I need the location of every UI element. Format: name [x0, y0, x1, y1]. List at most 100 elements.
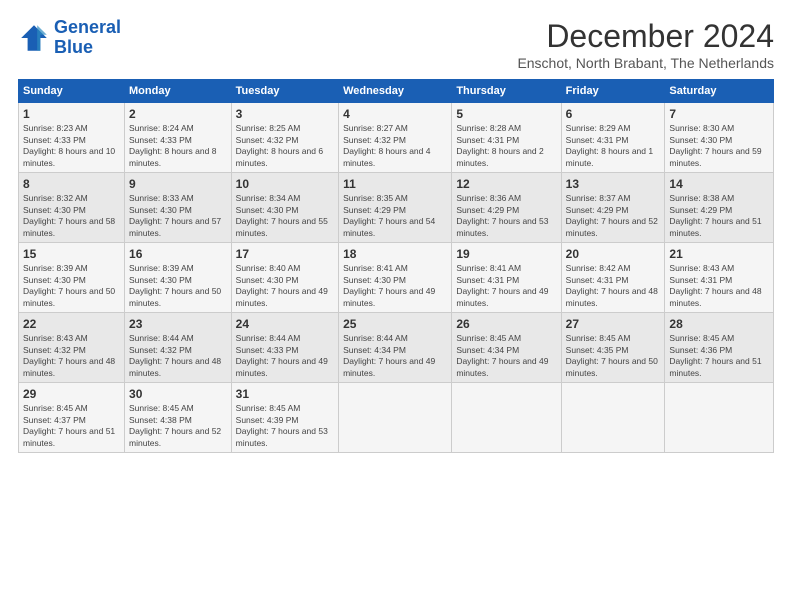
- calendar-cell: [561, 383, 665, 453]
- sunset: Sunset: 4:32 PM: [23, 345, 86, 355]
- sunset: Sunset: 4:37 PM: [23, 415, 86, 425]
- sunrise: Sunrise: 8:24 AM: [129, 123, 194, 133]
- sunrise: Sunrise: 8:34 AM: [236, 193, 301, 203]
- calendar-cell: 27Sunrise: 8:45 AMSunset: 4:35 PMDayligh…: [561, 313, 665, 383]
- daylight: Daylight: 7 hours and 50 minutes.: [23, 286, 115, 307]
- day-number: 9: [129, 176, 227, 192]
- day-number: 10: [236, 176, 334, 192]
- calendar-cell: 22Sunrise: 8:43 AMSunset: 4:32 PMDayligh…: [19, 313, 125, 383]
- daylight: Daylight: 8 hours and 2 minutes.: [456, 146, 543, 167]
- daylight: Daylight: 7 hours and 51 minutes.: [23, 426, 115, 447]
- calendar-cell: 20Sunrise: 8:42 AM Sunset: 4:31 PMDayligh…: [561, 243, 665, 313]
- calendar-cell: 8Sunrise: 8:32 AMSunset: 4:30 PMDaylight…: [19, 173, 125, 243]
- calendar-cell: 25Sunrise: 8:44 AM Sunset: 4:34 PMDayligh…: [339, 313, 452, 383]
- daylight: Daylight: 7 hours and 57 minutes.: [129, 216, 221, 237]
- daylight: Daylight: 8 hours and 4 minutes.: [343, 146, 430, 167]
- sunset: Sunset: 4:39 PM: [236, 415, 299, 425]
- day-number: 23: [129, 316, 227, 332]
- calendar-cell: 30Sunrise: 8:45 AMSunset: 4:38 PMDayligh…: [125, 383, 232, 453]
- sunrise: Sunrise: 8:29 AM: [566, 123, 631, 133]
- daylight: Daylight: 7 hours and 59 minutes.: [669, 146, 761, 167]
- col-wednesday: Wednesday: [339, 80, 452, 103]
- day-number: 17: [236, 246, 334, 262]
- day-number: 18: [343, 246, 447, 262]
- sunrise: Sunrise: 8:39 AM: [129, 263, 194, 273]
- daylight: Daylight: 7 hours and 48 minutes.: [129, 356, 221, 377]
- day-number: 29: [23, 386, 120, 402]
- sunset: Sunset: 4:33 PM: [129, 135, 192, 145]
- header: General Blue December 2024 Enschot, Nort…: [18, 18, 774, 71]
- calendar-cell: 10Sunrise: 8:34 AMSunset: 4:30 PMDayligh…: [231, 173, 338, 243]
- sunrise: Sunrise: 8:28 AM: [456, 123, 521, 133]
- sunrise: Sunrise: 8:32 AM: [23, 193, 88, 203]
- daylight: Daylight: 7 hours and 49 minutes.: [456, 286, 548, 307]
- sunset: Sunset: 4:32 PM: [129, 345, 192, 355]
- sunrise: Sunrise: 8:42 AM: [566, 263, 631, 273]
- sunrise: Sunrise: 8:30 AM: [669, 123, 734, 133]
- col-saturday: Saturday: [665, 80, 774, 103]
- sunrise: Sunrise: 8:45 AM: [23, 403, 88, 413]
- calendar-cell: 6Sunrise: 8:29 AMSunset: 4:31 PMDaylight…: [561, 103, 665, 173]
- col-friday: Friday: [561, 80, 665, 103]
- calendar-cell: 11Sunrise: 8:35 AMSunset: 4:29 PMDayligh…: [339, 173, 452, 243]
- calendar-cell: 15Sunrise: 8:39 AMSunset: 4:30 PMDayligh…: [19, 243, 125, 313]
- sunset: Sunset: 4:32 PM: [236, 135, 299, 145]
- day-number: 2: [129, 106, 227, 122]
- sunset: Sunset: 4:30 PM: [236, 275, 299, 285]
- calendar-cell: 1Sunrise: 8:23 AMSunset: 4:33 PMDaylight…: [19, 103, 125, 173]
- day-number: 25: [343, 316, 447, 332]
- day-number: 27: [566, 316, 661, 332]
- col-sunday: Sunday: [19, 80, 125, 103]
- day-number: 20: [566, 246, 661, 262]
- daylight: Daylight: 7 hours and 55 minutes.: [236, 216, 328, 237]
- daylight: Daylight: 7 hours and 48 minutes.: [669, 286, 761, 307]
- sunset: Sunset: 4:34 PM: [343, 345, 406, 355]
- day-number: 15: [23, 246, 120, 262]
- calendar-cell: [452, 383, 561, 453]
- calendar-cell: 29Sunrise: 8:45 AM Sunset: 4:37 PMDayligh…: [19, 383, 125, 453]
- sunset: Sunset: 4:32 PM: [343, 135, 406, 145]
- calendar-week-4: 22Sunrise: 8:43 AMSunset: 4:32 PMDayligh…: [19, 313, 774, 383]
- daylight: Daylight: 8 hours and 6 minutes.: [236, 146, 323, 167]
- sunset: Sunset: 4:33 PM: [236, 345, 299, 355]
- daylight: Daylight: 7 hours and 49 minutes.: [343, 286, 435, 307]
- daylight: Daylight: 7 hours and 49 minutes.: [343, 356, 435, 377]
- day-number: 13: [566, 176, 661, 192]
- calendar-cell: 28Sunrise: 8:45 AMSunset: 4:36 PMDayligh…: [665, 313, 774, 383]
- sunrise: Sunrise: 8:41 AM: [343, 263, 408, 273]
- daylight: Daylight: 7 hours and 49 minutes.: [456, 356, 548, 377]
- calendar-cell: 18Sunrise: 8:41 AMSunset: 4:30 PMDayligh…: [339, 243, 452, 313]
- main-title: December 2024: [517, 18, 774, 55]
- sunset: Sunset: 4:31 PM: [566, 275, 629, 285]
- calendar-table: Sunday Monday Tuesday Wednesday Thursday…: [18, 79, 774, 453]
- sunrise: Sunrise: 8:39 AM: [23, 263, 88, 273]
- calendar-week-2: 8Sunrise: 8:32 AMSunset: 4:30 PMDaylight…: [19, 173, 774, 243]
- day-number: 14: [669, 176, 769, 192]
- calendar-cell: 14Sunrise: 8:38 AMSunset: 4:29 PMDayligh…: [665, 173, 774, 243]
- calendar-cell: [665, 383, 774, 453]
- sunrise: Sunrise: 8:27 AM: [343, 123, 408, 133]
- daylight: Daylight: 7 hours and 48 minutes.: [23, 356, 115, 377]
- calendar-cell: 24Sunrise: 8:44 AMSunset: 4:33 PMDayligh…: [231, 313, 338, 383]
- sunrise: Sunrise: 8:35 AM: [343, 193, 408, 203]
- calendar-cell: 3Sunrise: 8:25 AMSunset: 4:32 PMDaylight…: [231, 103, 338, 173]
- calendar-cell: 23Sunrise: 8:44 AMSunset: 4:32 PMDayligh…: [125, 313, 232, 383]
- day-number: 28: [669, 316, 769, 332]
- daylight: Daylight: 7 hours and 53 minutes.: [456, 216, 548, 237]
- calendar-cell: 4Sunrise: 8:27 AM Sunset: 4:32 PMDaylight…: [339, 103, 452, 173]
- sunset: Sunset: 4:30 PM: [129, 205, 192, 215]
- logo-line2: Blue: [54, 37, 93, 57]
- sunrise: Sunrise: 8:44 AM: [343, 333, 408, 343]
- daylight: Daylight: 7 hours and 48 minutes.: [566, 286, 658, 307]
- day-number: 4: [343, 106, 447, 122]
- calendar-cell: 5Sunrise: 8:28 AMSunset: 4:31 PMDaylight…: [452, 103, 561, 173]
- col-tuesday: Tuesday: [231, 80, 338, 103]
- calendar-cell: 16Sunrise: 8:39 AMSunset: 4:30 PMDayligh…: [125, 243, 232, 313]
- calendar-cell: 2Sunrise: 8:24 AMSunset: 4:33 PMDaylight…: [125, 103, 232, 173]
- day-number: 30: [129, 386, 227, 402]
- sunset: Sunset: 4:31 PM: [669, 275, 732, 285]
- sunset: Sunset: 4:36 PM: [669, 345, 732, 355]
- sunrise: Sunrise: 8:41 AM: [456, 263, 521, 273]
- day-number: 16: [129, 246, 227, 262]
- daylight: Daylight: 8 hours and 10 minutes.: [23, 146, 115, 167]
